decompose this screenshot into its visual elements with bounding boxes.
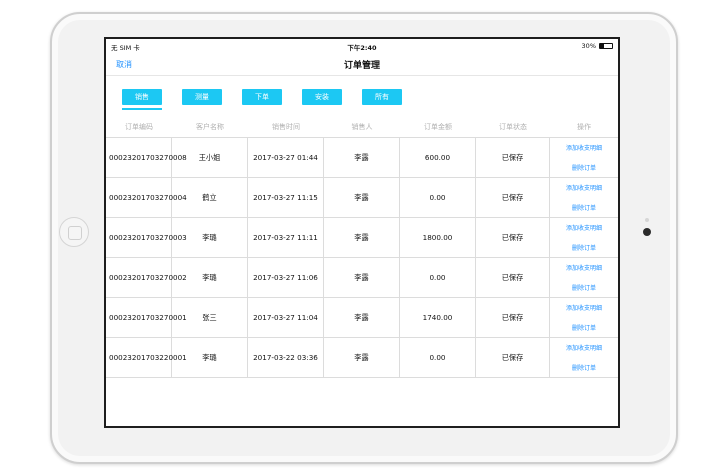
cell-sale-time: 2017-03-22 03:36 [248, 338, 324, 377]
page-title: 订单管理 [343, 61, 380, 71]
sensor-dot [645, 218, 649, 222]
cell-sale-time: 2017-03-27 11:04 [248, 298, 324, 337]
battery-icon [599, 43, 613, 49]
header-actions: 操作 [577, 123, 591, 131]
tab-all[interactable]: 所有 [362, 89, 402, 105]
cell-order-code: 00023201703270004 [106, 178, 187, 217]
cell-seller: 李露 [324, 138, 400, 177]
table-row[interactable]: 00023201703270002 李璐 2017-03-27 11:06 李露 0.0… [106, 257, 618, 297]
table-row[interactable]: 00023201703220001 李璐 2017-03-22 03:36 李露 0.0… [106, 337, 618, 377]
tab-measure[interactable]: 测量 [182, 89, 222, 105]
cell-amount: 0.00 [400, 258, 476, 297]
cell-customer: 李璐 [172, 218, 248, 257]
header-amount: 订单金额 [424, 123, 452, 131]
cell-sale-time: 2017-03-27 11:11 [248, 218, 324, 257]
table-header: 订单编码 客户名称 销售时间 销售人 订单金额 订单状态 操作 [106, 118, 618, 136]
cell-actions: 添加收支明细 删除订单 [550, 218, 618, 257]
cell-sale-time: 2017-03-27 01:44 [248, 138, 324, 177]
battery-fill [600, 44, 604, 48]
cell-amount: 0.00 [400, 178, 476, 217]
battery-percent: 30% [581, 42, 596, 50]
table-bottom-divider [106, 377, 618, 378]
cell-order-code: 00023201703220001 [106, 338, 187, 377]
delete-order-link[interactable]: 删除订单 [572, 203, 596, 212]
home-button-square-icon [68, 226, 82, 240]
delete-order-link[interactable]: 删除订单 [572, 323, 596, 332]
home-button[interactable] [59, 217, 89, 247]
cell-actions: 添加收支明细 删除订单 [550, 258, 618, 297]
delete-order-link[interactable]: 删除订单 [572, 283, 596, 292]
cell-seller: 李露 [324, 338, 400, 377]
add-payment-detail-link[interactable]: 添加收支明细 [566, 183, 602, 192]
cell-seller: 李露 [324, 178, 400, 217]
cell-seller: 李露 [324, 298, 400, 337]
header-seller: 销售人 [351, 123, 373, 131]
delete-order-link[interactable]: 删除订单 [572, 243, 596, 252]
add-payment-detail-link[interactable]: 添加收支明细 [566, 343, 602, 352]
screen: 无 SIM 卡 下午2:40 30% 取消 订单管理 销售 测量 下单 安装 所… [104, 37, 620, 428]
delete-order-link[interactable]: 删除订单 [572, 163, 596, 172]
tab-selected-indicator [122, 108, 162, 110]
cell-status: 已保存 [476, 178, 550, 217]
cell-customer: 王小姐 [172, 138, 248, 177]
header-sale-time: 销售时间 [272, 123, 300, 131]
cell-actions: 添加收支明细 删除订单 [550, 138, 618, 177]
cell-status: 已保存 [476, 258, 550, 297]
cell-order-code: 00023201703270001 [106, 298, 187, 337]
cell-amount: 1740.00 [400, 298, 476, 337]
cell-status: 已保存 [476, 218, 550, 257]
cell-customer: 李璐 [172, 338, 248, 377]
table-row[interactable]: 00023201703270004 鹤立 2017-03-27 11:15 李露 0.0… [106, 177, 618, 217]
tab-sales[interactable]: 销售 [122, 89, 162, 105]
cell-amount: 0.00 [400, 338, 476, 377]
cell-status: 已保存 [476, 138, 550, 177]
header-status: 订单状态 [499, 123, 527, 131]
add-payment-detail-link[interactable]: 添加收支明细 [566, 143, 602, 152]
camera-icon [643, 228, 651, 236]
nav-bar: 取消 订单管理 [106, 53, 618, 76]
tab-order[interactable]: 下单 [242, 89, 282, 105]
table-row[interactable]: 00023201703270008 王小姐 2017-03-27 01:44 李露 60… [106, 137, 618, 177]
cell-customer: 李璐 [172, 258, 248, 297]
battery-group: 30% [582, 42, 613, 50]
status-time: 下午2:40 [347, 44, 377, 52]
cell-amount: 1800.00 [400, 218, 476, 257]
cell-sale-time: 2017-03-27 11:15 [248, 178, 324, 217]
cell-order-code: 00023201703270002 [106, 258, 187, 297]
cell-order-code: 00023201703270003 [106, 218, 187, 257]
cell-actions: 添加收支明细 删除订单 [550, 298, 618, 337]
tab-install[interactable]: 安装 [302, 89, 342, 105]
cell-actions: 添加收支明细 删除订单 [550, 178, 618, 217]
filter-tabs: 销售 测量 下单 安装 所有 [106, 89, 618, 110]
cell-amount: 600.00 [400, 138, 476, 177]
table-row[interactable]: 00023201703270001 张三 2017-03-27 11:04 李露 174… [106, 297, 618, 337]
cell-seller: 李露 [324, 258, 400, 297]
cell-status: 已保存 [476, 338, 550, 377]
table-row[interactable]: 00023201703270003 李璐 2017-03-27 11:11 李露 180… [106, 217, 618, 257]
cell-status: 已保存 [476, 298, 550, 337]
status-bar: 无 SIM 卡 下午2:40 30% [106, 39, 618, 53]
header-customer: 客户名称 [196, 123, 224, 131]
add-payment-detail-link[interactable]: 添加收支明细 [566, 263, 602, 272]
cell-customer: 鹤立 [172, 178, 248, 217]
cell-sale-time: 2017-03-27 11:06 [248, 258, 324, 297]
add-payment-detail-link[interactable]: 添加收支明细 [566, 223, 602, 232]
cell-seller: 李露 [324, 218, 400, 257]
add-payment-detail-link[interactable]: 添加收支明细 [566, 303, 602, 312]
header-order-code: 订单编码 [125, 123, 153, 131]
cell-customer: 张三 [172, 298, 248, 337]
cell-order-code: 00023201703270008 [106, 138, 187, 177]
cell-actions: 添加收支明细 删除订单 [550, 338, 618, 377]
delete-order-link[interactable]: 删除订单 [572, 363, 596, 372]
